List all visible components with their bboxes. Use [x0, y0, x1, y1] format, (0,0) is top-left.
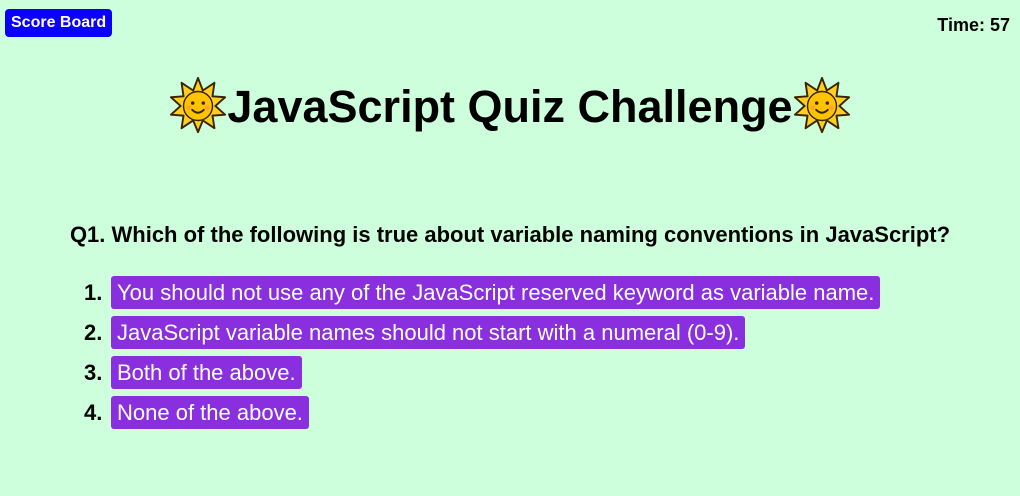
option-number: 3. — [84, 360, 103, 385]
sun-face-icon — [170, 77, 227, 134]
question-text: Q1. Which of the following is true about… — [69, 222, 951, 247]
option-number: 1. — [84, 280, 103, 305]
page-title: JavaScript Quiz Challenge — [0, 74, 1020, 137]
answer-button-1[interactable]: You should not use any of the JavaScript… — [111, 276, 881, 309]
option-number: 2. — [84, 320, 103, 345]
option-number: 4. — [84, 400, 103, 425]
answer-button-3[interactable]: Both of the above. — [111, 356, 302, 389]
title-text: JavaScript Quiz Challenge — [227, 81, 793, 133]
sun-face-icon — [793, 77, 850, 134]
answer-button-4[interactable]: None of the above. — [111, 396, 309, 429]
score-board-button[interactable]: Score Board — [5, 9, 113, 37]
answer-button-2[interactable]: JavaScript variable names should not sta… — [111, 316, 746, 349]
timer: Time: 57 — [937, 15, 1010, 35]
